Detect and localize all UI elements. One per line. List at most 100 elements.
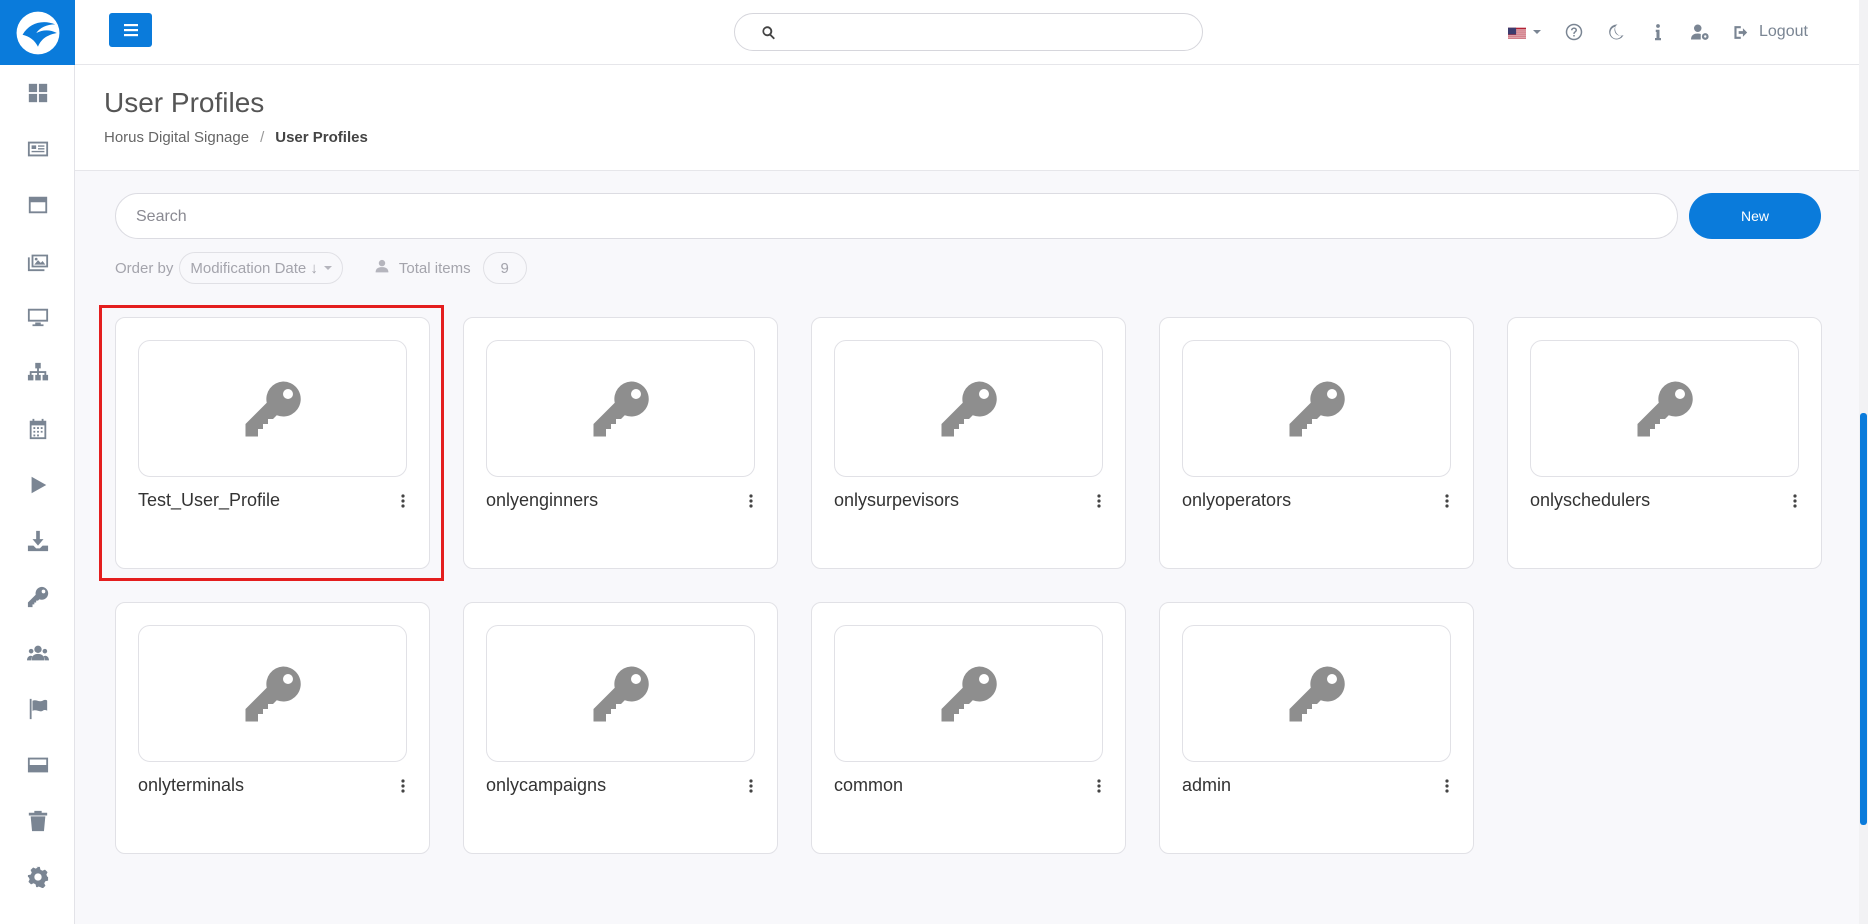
key-icon bbox=[593, 380, 649, 436]
profile-thumbnail bbox=[1530, 340, 1799, 477]
page-header: User Profiles Horus Digital Signage / Us… bbox=[75, 65, 1868, 171]
profile-thumbnail bbox=[486, 340, 755, 477]
profile-name: admin bbox=[1182, 775, 1232, 795]
menu-toggle-button[interactable] bbox=[109, 13, 152, 47]
profile-name: onlycampaigns bbox=[486, 775, 607, 795]
nav-dashboard[interactable] bbox=[0, 65, 75, 121]
key-icon bbox=[1637, 380, 1693, 436]
eagle-logo[interactable] bbox=[0, 0, 75, 65]
top-icons: Logout bbox=[1508, 18, 1808, 46]
new-button[interactable]: New bbox=[1689, 193, 1821, 239]
profile-name: onlysurpevisors bbox=[834, 490, 960, 510]
profile-options-button[interactable] bbox=[1440, 490, 1454, 512]
key-icon bbox=[1289, 380, 1345, 436]
total-items-label: Total items bbox=[398, 259, 471, 277]
profile-card[interactable]: onlysurpevisors bbox=[811, 317, 1126, 569]
profiles-search[interactable] bbox=[115, 193, 1678, 239]
nav-users[interactable] bbox=[0, 625, 75, 681]
profile-thumbnail bbox=[486, 625, 755, 762]
top-bar: Logout bbox=[75, 0, 1868, 65]
profile-card[interactable]: onlycampaigns bbox=[463, 602, 778, 854]
trash-icon bbox=[28, 810, 47, 832]
nav-settings[interactable] bbox=[0, 849, 75, 905]
language-selector[interactable] bbox=[1508, 18, 1541, 46]
profile-card[interactable]: common bbox=[811, 602, 1126, 854]
nav-play[interactable] bbox=[0, 457, 75, 513]
total-items-count: 9 bbox=[482, 252, 527, 284]
profile-options-button[interactable] bbox=[1092, 775, 1106, 797]
kebab-menu-icon bbox=[1445, 779, 1449, 793]
play-icon bbox=[31, 476, 46, 494]
info-button[interactable] bbox=[1649, 18, 1667, 46]
nav-hierarchy[interactable] bbox=[0, 345, 75, 401]
scrollbar-thumb[interactable] bbox=[1860, 413, 1867, 825]
nav-templates[interactable] bbox=[0, 177, 75, 233]
dark-mode-toggle[interactable] bbox=[1607, 18, 1625, 46]
profile-card[interactable]: onlyoperators bbox=[1159, 317, 1474, 569]
kebab-menu-icon bbox=[401, 494, 405, 508]
global-search[interactable] bbox=[734, 13, 1203, 51]
chevron-down-icon bbox=[1533, 30, 1541, 34]
profile-name: Test_User_Profile bbox=[138, 490, 281, 510]
breadcrumb-separator: / bbox=[260, 129, 265, 146]
profile-name: onlyschedulers bbox=[1530, 490, 1651, 510]
info-icon bbox=[1655, 24, 1661, 41]
profile-card[interactable]: onlyschedulers bbox=[1507, 317, 1822, 569]
global-search-input[interactable] bbox=[787, 20, 1187, 44]
profile-card[interactable]: Test_User_Profile bbox=[115, 317, 430, 569]
order-by-label: Order by bbox=[115, 259, 174, 277]
profiles-search-input[interactable] bbox=[136, 205, 1636, 229]
breadcrumb-root[interactable]: Horus Digital Signage bbox=[104, 129, 249, 146]
monitor-icon bbox=[27, 308, 48, 327]
order-by-select[interactable]: Modification Date ↓ bbox=[179, 252, 343, 284]
nav-campaigns[interactable] bbox=[0, 681, 75, 737]
contents-icon bbox=[27, 141, 48, 157]
eagle-logo-icon bbox=[16, 11, 59, 54]
user-settings-button[interactable] bbox=[1691, 18, 1709, 46]
nav-calendar[interactable] bbox=[0, 401, 75, 457]
logout-label: Logout bbox=[1759, 23, 1808, 40]
nav-monitor[interactable] bbox=[0, 289, 75, 345]
profile-options-button[interactable] bbox=[1092, 490, 1106, 512]
key-icon bbox=[941, 380, 997, 436]
profile-options-button[interactable] bbox=[1440, 775, 1454, 797]
calendar-icon bbox=[29, 418, 46, 440]
profile-thumbnail bbox=[834, 340, 1103, 477]
profile-options-button[interactable] bbox=[744, 490, 758, 512]
logout-button[interactable]: Logout bbox=[1733, 23, 1808, 41]
order-by-value: Modification Date ↓ bbox=[190, 259, 318, 277]
sidebar bbox=[0, 0, 75, 924]
nav-media[interactable] bbox=[0, 233, 75, 289]
nav-terminals[interactable] bbox=[0, 737, 75, 793]
profile-options-button[interactable] bbox=[744, 775, 758, 797]
hierarchy-icon bbox=[27, 362, 48, 381]
profile-thumbnail bbox=[1182, 625, 1451, 762]
user-icon bbox=[375, 259, 389, 277]
flag-icon bbox=[29, 698, 47, 720]
profile-options-button[interactable] bbox=[1788, 490, 1802, 512]
nav-user-profiles[interactable] bbox=[0, 569, 75, 625]
breadcrumb: Horus Digital Signage / User Profiles bbox=[104, 129, 368, 146]
profile-card[interactable]: admin bbox=[1159, 602, 1474, 854]
profile-options-button[interactable] bbox=[396, 490, 410, 512]
page-title: User Profiles bbox=[104, 87, 265, 118]
users-icon bbox=[26, 645, 49, 661]
profile-options-button[interactable] bbox=[396, 775, 410, 797]
download-icon bbox=[27, 530, 48, 552]
nav-trash[interactable] bbox=[0, 793, 75, 849]
page-scrollbar[interactable] bbox=[1859, 0, 1868, 924]
key-icon bbox=[245, 380, 301, 436]
kebab-menu-icon bbox=[1097, 779, 1101, 793]
profile-card[interactable]: onlyterminals bbox=[115, 602, 430, 854]
key-icon bbox=[245, 665, 301, 721]
nav-contents[interactable] bbox=[0, 121, 75, 177]
gear-icon bbox=[27, 866, 48, 888]
media-icon bbox=[27, 254, 48, 272]
key-icon bbox=[941, 665, 997, 721]
kebab-menu-icon bbox=[749, 779, 753, 793]
profile-card[interactable]: onlyenginners bbox=[463, 317, 778, 569]
us-flag-icon bbox=[1508, 25, 1528, 39]
help-button[interactable] bbox=[1565, 18, 1583, 46]
profile-thumbnail bbox=[138, 340, 407, 477]
nav-download[interactable] bbox=[0, 513, 75, 569]
